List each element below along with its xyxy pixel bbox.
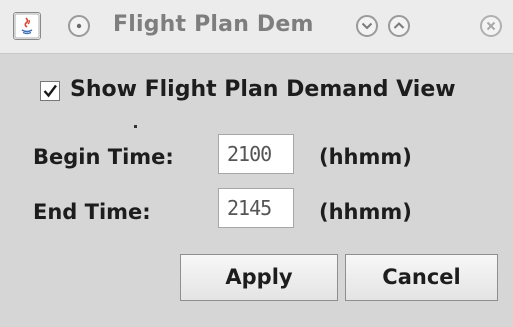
- show-demand-view-label[interactable]: Show Flight Plan Demand View: [70, 77, 456, 102]
- focus-dot: [134, 125, 137, 128]
- title-bar[interactable]: Flight Plan Dem: [0, 0, 513, 54]
- maximize-icon[interactable]: [388, 15, 410, 37]
- java-app-icon[interactable]: [13, 12, 41, 40]
- close-icon[interactable]: [480, 15, 502, 37]
- minimize-icon[interactable]: [356, 15, 378, 37]
- begin-time-label: Begin Time:: [33, 145, 174, 169]
- end-time-input[interactable]: 2145: [218, 188, 294, 228]
- end-time-label: End Time:: [33, 200, 151, 224]
- window-menu-icon[interactable]: [68, 15, 90, 37]
- dialog-window: Flight Plan Dem Show Flight Plan Demand …: [0, 0, 513, 327]
- cancel-button[interactable]: Cancel: [345, 254, 498, 301]
- begin-time-input[interactable]: 2100: [218, 134, 294, 174]
- show-demand-view-checkbox[interactable]: [40, 81, 60, 101]
- begin-time-unit: (hhmm): [319, 145, 412, 169]
- window-title: Flight Plan Dem: [113, 12, 314, 37]
- apply-button[interactable]: Apply: [180, 254, 338, 301]
- end-time-unit: (hhmm): [319, 200, 412, 224]
- dialog-content: Show Flight Plan Demand View Begin Time:…: [0, 54, 513, 327]
